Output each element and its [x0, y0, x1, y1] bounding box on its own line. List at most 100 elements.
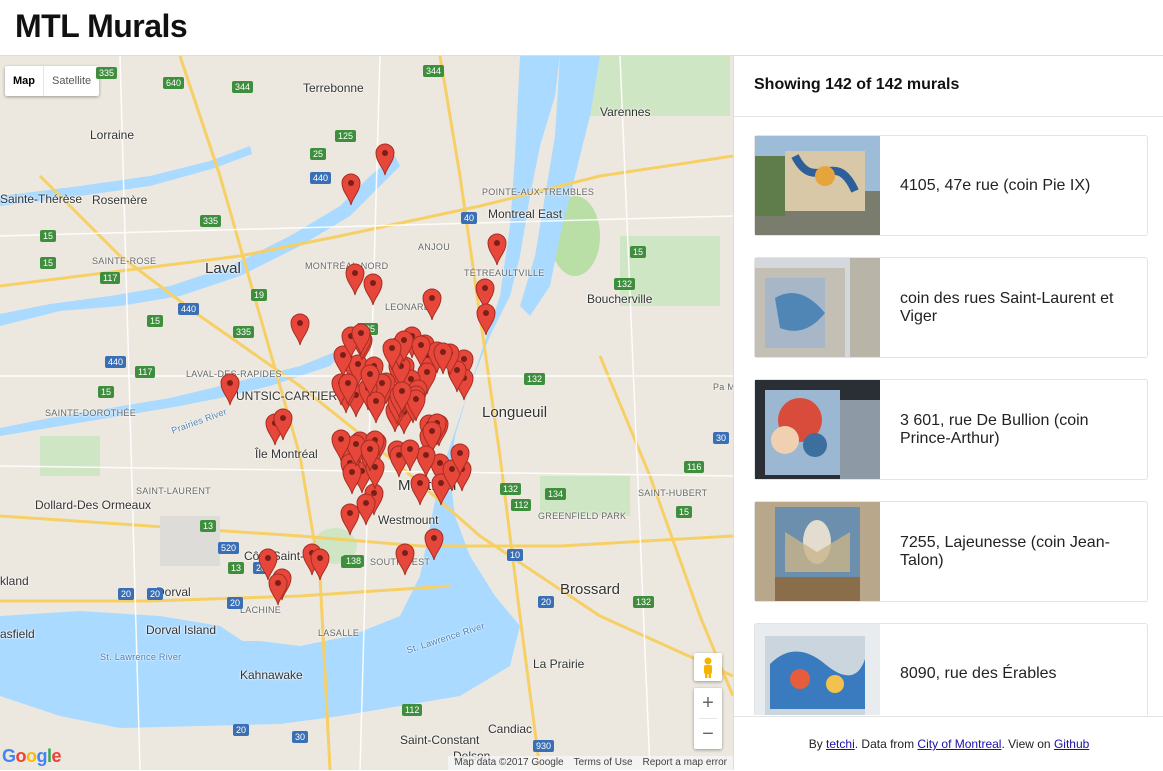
road-shield: 640: [163, 77, 185, 89]
terms-of-use-link[interactable]: Terms of Use: [574, 756, 633, 770]
road-shield: 132: [614, 278, 636, 290]
mural-marker[interactable]: [268, 572, 288, 606]
mural-card[interactable]: 3 601, rue De Bullion (coin Prince-Arthu…: [754, 379, 1148, 480]
sidebar-divider: [734, 116, 1163, 117]
road-shield: 20: [147, 588, 164, 600]
mural-thumbnail: [755, 624, 880, 715]
road-shield: 520: [218, 542, 240, 554]
mural-card[interactable]: 8090, rue des Érables: [754, 623, 1148, 715]
road-shield: 15: [676, 506, 693, 518]
sidebar-footer: By tetchi. Data from City of Montreal. V…: [734, 716, 1163, 770]
footer-data-from: . Data from: [854, 737, 918, 751]
mural-marker[interactable]: [424, 527, 444, 561]
mural-marker[interactable]: [341, 172, 361, 206]
place-label: SAINT-LAURENT: [136, 486, 211, 496]
road-shield: 15: [40, 230, 57, 242]
road-shield: 440: [105, 356, 127, 368]
place-label: GREENFIELD PARK: [538, 511, 627, 521]
road-shield: 15: [630, 246, 647, 258]
road-shield: 335: [96, 67, 118, 79]
mural-marker[interactable]: [382, 337, 402, 371]
map-view[interactable]: Map Satellite Terrebonne Lorraine Rosemè…: [0, 56, 733, 770]
road-shield: 117: [100, 272, 121, 284]
place-label: Montreal East: [488, 207, 563, 221]
place-label: Terrebonne: [303, 81, 364, 95]
mural-marker[interactable]: [356, 492, 376, 526]
place-label: asfield: [0, 627, 35, 641]
mural-marker[interactable]: [476, 302, 496, 336]
road-shield: 440: [178, 303, 200, 315]
map-type-satellite-button[interactable]: Satellite: [44, 66, 99, 96]
mural-marker[interactable]: [220, 372, 240, 406]
mural-marker[interactable]: [360, 363, 380, 397]
mural-sidebar: Showing 142 of 142 murals 4105, 47e rue …: [733, 56, 1163, 770]
road-shield: 344: [423, 65, 445, 77]
place-label: LASALLE: [318, 628, 360, 638]
mural-marker[interactable]: [487, 232, 507, 266]
github-link[interactable]: Github: [1054, 737, 1089, 751]
place-label: SAINTE-DOROTHÉE: [45, 408, 137, 418]
mural-thumbnail: [755, 380, 880, 479]
place-label: Laval: [205, 260, 241, 277]
mural-marker[interactable]: [290, 312, 310, 346]
road-shield: 30: [713, 432, 730, 444]
author-link[interactable]: tetchi: [826, 737, 855, 751]
place-label: SAINTE-ROSE: [92, 256, 157, 266]
mural-marker[interactable]: [450, 442, 470, 476]
mural-marker[interactable]: [273, 407, 293, 441]
place-label: Rosemère: [92, 193, 148, 207]
mural-marker[interactable]: [411, 334, 431, 368]
mural-marker[interactable]: [395, 542, 415, 576]
mural-address: 3 601, rue De Bullion (coin Prince-Arthu…: [900, 411, 1089, 447]
mural-marker[interactable]: [422, 287, 442, 321]
place-label: La Prairie: [533, 657, 585, 671]
road-shield: 20: [233, 724, 250, 736]
road-shield: 20: [227, 597, 244, 609]
mural-card[interactable]: 4105, 47e rue (coin Pie IX): [754, 135, 1148, 236]
pegman-icon: [704, 657, 712, 678]
mural-thumbnail: [755, 136, 880, 235]
place-label: Île Montréal: [255, 447, 318, 461]
road-shield: 344: [232, 81, 254, 93]
mural-address: 8090, rue des Érables: [900, 664, 1057, 682]
zoom-out-button[interactable]: −: [694, 719, 722, 749]
map-type-control: Map Satellite: [5, 66, 100, 96]
mural-marker[interactable]: [400, 438, 420, 472]
place-label: Dorval Island: [146, 623, 217, 637]
place-label: SAINT-HUBERT: [638, 488, 708, 498]
road-shield: 138: [343, 555, 365, 567]
street-view-pegman[interactable]: [694, 653, 722, 681]
map-attribution: Map data ©2017 Google Terms of Use Repor…: [448, 756, 733, 770]
mural-list[interactable]: 4105, 47e rue (coin Pie IX) coin des rue…: [754, 135, 1148, 715]
mural-count: Showing 142 of 142 murals: [754, 76, 960, 93]
mural-marker[interactable]: [331, 428, 351, 462]
mural-thumbnail: [755, 258, 880, 357]
mural-marker[interactable]: [360, 438, 380, 472]
data-source-link[interactable]: City of Montreal: [917, 737, 1001, 751]
mural-marker[interactable]: [375, 142, 395, 176]
mural-marker[interactable]: [392, 380, 412, 414]
footer-by: By: [808, 737, 827, 751]
mural-address: coin des rues Saint-Laurent et Viger: [900, 289, 1114, 325]
mural-marker[interactable]: [338, 372, 358, 406]
map-type-map-button[interactable]: Map: [5, 66, 44, 96]
place-label: Saint-Constant: [400, 733, 480, 747]
road-shield: 134: [545, 488, 567, 500]
app-title: MTL Murals: [15, 8, 188, 44]
mural-card[interactable]: 7255, Lajeunesse (coin Jean-Talon): [754, 501, 1148, 602]
mural-marker[interactable]: [345, 262, 365, 296]
mural-marker[interactable]: [351, 322, 371, 356]
report-map-error-link[interactable]: Report a map error: [643, 756, 727, 770]
road-shield: 132: [524, 373, 546, 385]
zoom-in-button[interactable]: +: [694, 688, 722, 718]
river-label: St. Lawrence River: [100, 652, 182, 662]
road-shield: 15: [147, 315, 164, 327]
mural-address: 4105, 47e rue (coin Pie IX): [900, 176, 1091, 194]
road-shield: 930: [533, 740, 555, 752]
mural-card[interactable]: coin des rues Saint-Laurent et Viger: [754, 257, 1148, 358]
place-label: Varennes: [600, 105, 651, 119]
road-shield: 116: [684, 461, 705, 473]
mural-marker[interactable]: [363, 272, 383, 306]
mural-marker[interactable]: [433, 341, 453, 375]
mural-marker[interactable]: [310, 547, 330, 581]
